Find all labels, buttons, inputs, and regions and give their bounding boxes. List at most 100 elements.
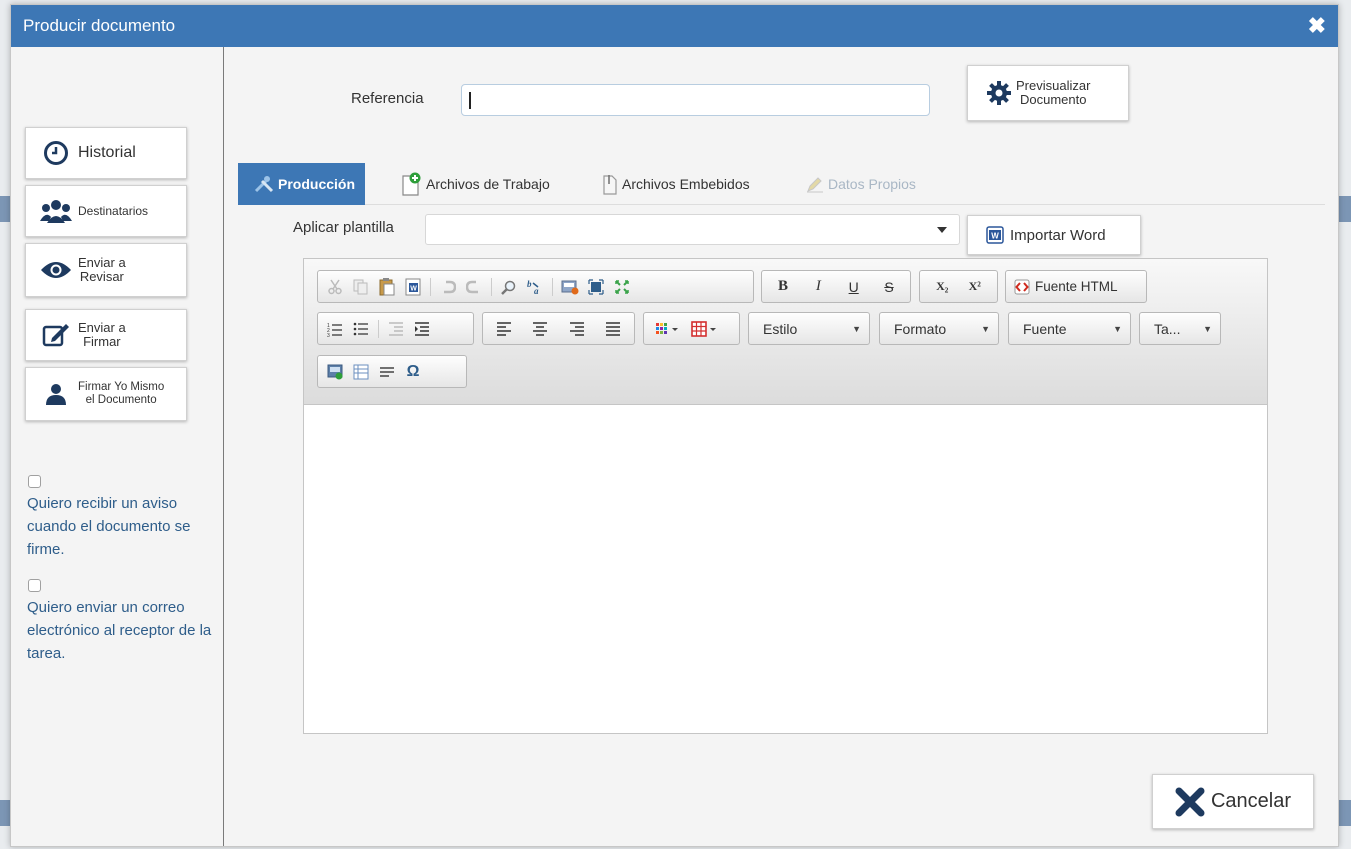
notify-email-label: Quiero enviar un correo electrónico al r… (27, 599, 212, 662)
expand-icon[interactable] (610, 275, 634, 299)
special-char-button[interactable]: Ω (401, 360, 425, 384)
file-add-icon (400, 172, 422, 196)
numbered-list-icon[interactable]: 123 (323, 317, 347, 341)
firmar-yo-mismo-button[interactable]: Firmar Yo Mismo el Documento (25, 367, 187, 421)
destinatarios-button[interactable]: Destinatarios (25, 185, 187, 237)
paste-from-word-icon[interactable]: W (401, 275, 425, 299)
firmar-yo-mismo-label-line2: el Documento (85, 394, 157, 406)
previsualizar-label-line1: Previsualizar (1016, 78, 1091, 93)
toolbar-group-scripts: X₂ X² (919, 270, 998, 303)
tab-produccion-label: Producción (278, 176, 356, 192)
align-left-icon[interactable] (492, 317, 516, 341)
toolbar-group-align (482, 312, 635, 345)
align-justify-icon[interactable] (601, 317, 625, 341)
paste-icon[interactable] (375, 275, 399, 299)
enviar-revisar-label: Enviar a Revisar (78, 256, 126, 284)
caret-down-icon: ▼ (852, 323, 861, 334)
previsualizar-label-line2: Documento (1019, 92, 1087, 107)
previsualizar-documento-button[interactable]: Previsualizar Documento (967, 65, 1129, 121)
close-icon[interactable]: ✖ (1308, 15, 1326, 37)
enviar-firmar-button[interactable]: Enviar a Firmar (25, 309, 187, 361)
historial-label: Historial (78, 144, 136, 161)
document-tabs: Producción Archivos de Trabajo Archivos … (238, 163, 1325, 205)
importar-word-button[interactable]: W Importar Word (967, 215, 1141, 255)
strikethrough-button[interactable]: S (877, 275, 901, 299)
editor-content-area[interactable] (304, 406, 1267, 733)
toolbar-group-source: Fuente HTML (1005, 270, 1147, 303)
replace-icon[interactable]: ba (523, 275, 547, 299)
background-strip (1339, 800, 1351, 826)
insert-table-icon[interactable] (349, 360, 373, 384)
tab-datos-propios[interactable]: Datos Propios (806, 163, 916, 205)
referencia-label: Referencia (351, 90, 424, 107)
toolbar-group-color-table (643, 312, 740, 345)
modal-header: Producir documento ✖ (11, 5, 1338, 47)
underline-button[interactable]: U (842, 275, 866, 299)
enviar-firmar-label-line2: Firmar (83, 334, 121, 349)
horizontal-line-icon[interactable] (375, 360, 399, 384)
tab-archivos-embebidos[interactable]: Archivos Embebidos (600, 163, 750, 205)
cut-icon[interactable] (323, 275, 347, 299)
italic-button[interactable]: I (806, 275, 830, 299)
tab-datos-propios-label: Datos Propios (828, 176, 916, 192)
caret-down-icon: ▼ (1113, 323, 1122, 334)
toolbar-separator (552, 277, 553, 296)
indent-icon[interactable] (410, 317, 434, 341)
caret-down-icon: ▼ (1203, 323, 1212, 334)
bulleted-list-icon[interactable] (349, 317, 373, 341)
html-source-button[interactable]: Fuente HTML (1035, 279, 1118, 294)
formato-dropdown[interactable]: Formato ▼ (879, 312, 999, 345)
insert-image-icon[interactable] (323, 360, 347, 384)
table-icon[interactable] (687, 317, 723, 341)
copy-icon[interactable] (349, 275, 373, 299)
toolbar-group-lists: 123 (317, 312, 474, 345)
paperclip-icon (600, 173, 618, 195)
outdent-icon[interactable] (384, 317, 408, 341)
svg-text:a: a (534, 286, 539, 295)
tab-archivos-trabajo[interactable]: Archivos de Trabajo (400, 163, 550, 205)
bold-button[interactable]: B (771, 275, 795, 299)
editor-toolbar: W ba B I U S X₂ X² Fuente HTML 1 2 3 Est… (304, 259, 1267, 405)
undo-icon[interactable] (436, 275, 460, 299)
tamano-dropdown[interactable]: Ta... ▼ (1139, 312, 1221, 345)
plantilla-label: Aplicar plantilla (293, 219, 394, 236)
align-center-icon[interactable] (528, 317, 552, 341)
main-panel: Referencia Previsualizar Documento Produ… (225, 47, 1338, 846)
eye-icon (40, 260, 72, 280)
find-icon[interactable] (497, 275, 521, 299)
align-right-icon[interactable] (565, 317, 589, 341)
enviar-firmar-label-line1: Enviar a (78, 320, 126, 335)
clock-icon (40, 140, 72, 166)
tab-produccion[interactable]: Producción (238, 163, 366, 205)
estilo-dropdown[interactable]: Estilo ▼ (748, 312, 870, 345)
plantilla-select[interactable] (425, 214, 960, 245)
tab-archivos-embebidos-label: Archivos Embebidos (622, 176, 750, 192)
cancelar-button[interactable]: Cancelar (1152, 774, 1314, 829)
gear-icon (986, 80, 1012, 106)
fuente-dropdown[interactable]: Fuente ▼ (1008, 312, 1131, 345)
toolbar-group-basic-styles: B I U S (761, 270, 911, 303)
notify-email-checkbox[interactable] (28, 579, 41, 592)
svg-text:W: W (991, 232, 999, 241)
importar-word-label: Importar Word (1010, 226, 1106, 244)
notify-sign-checkbox[interactable] (28, 475, 41, 488)
referencia-input[interactable] (461, 84, 930, 116)
subscript-button[interactable]: X₂ (927, 275, 957, 299)
superscript-button[interactable]: X² (960, 275, 990, 299)
svg-text:W: W (410, 285, 417, 292)
svg-text:b: b (527, 279, 532, 289)
destinatarios-label: Destinatarios (78, 204, 149, 218)
maximize-icon[interactable] (584, 275, 608, 299)
background-strip (0, 800, 10, 826)
estilo-label: Estilo (763, 320, 798, 337)
select-all-icon[interactable] (558, 275, 582, 299)
produce-document-modal: Producir documento ✖ Historial Destinata… (10, 4, 1339, 847)
enviar-revisar-button[interactable]: Enviar a Revisar (25, 243, 187, 297)
caret-down-icon: ▼ (981, 323, 990, 334)
text-color-icon[interactable] (651, 317, 685, 341)
modal-title: Producir documento (23, 16, 176, 35)
edit-icon (40, 322, 72, 348)
redo-icon[interactable] (462, 275, 486, 299)
toolbar-group-insert: Ω (317, 355, 467, 388)
historial-button[interactable]: Historial (25, 127, 187, 179)
